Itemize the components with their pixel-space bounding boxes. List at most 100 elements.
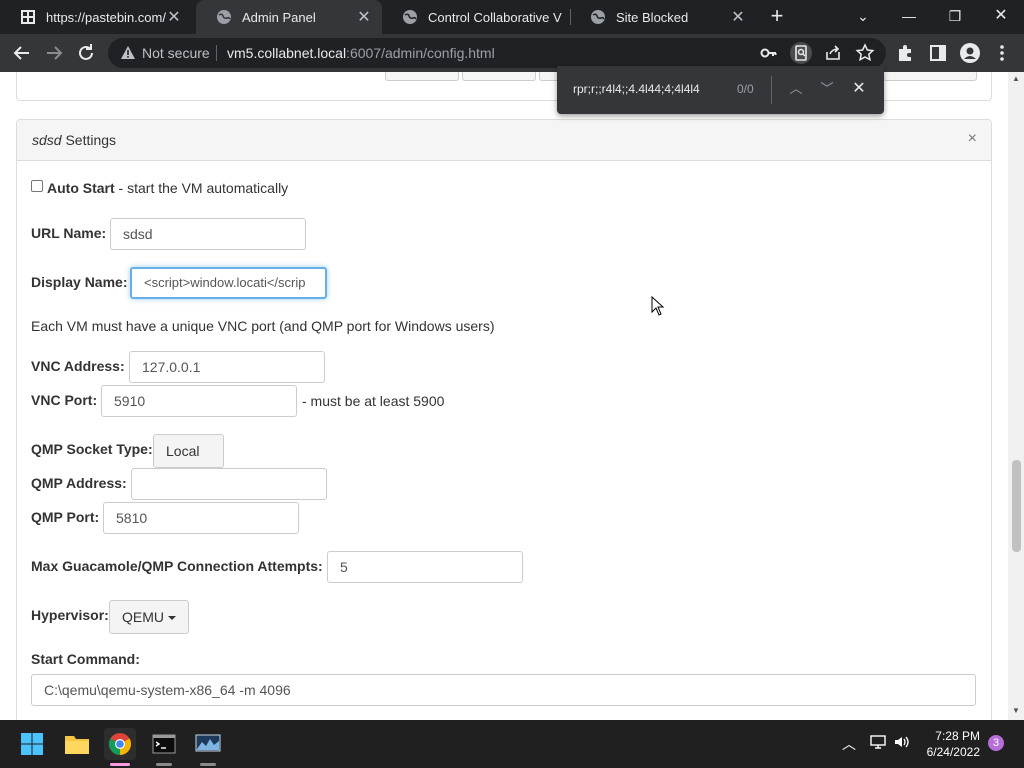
sidebar-icon[interactable] [926, 41, 950, 65]
find-bar: rpr;r;;r4l4;;4.4l44;4;4l4l4 0/0 ︿ ﹀ ✕ [557, 66, 884, 114]
menu-icon[interactable] [990, 41, 1014, 65]
tab-site-blocked[interactable]: Site Blocked ✕ [570, 0, 756, 34]
tab-title: Admin Panel [242, 9, 316, 25]
panel-title: sdsd Settings [32, 132, 116, 148]
reload-icon[interactable] [74, 41, 98, 65]
warning-icon[interactable] [120, 45, 136, 61]
close-tab-icon[interactable]: ✕ [730, 7, 746, 27]
tab-control-collaborative[interactable]: Control Collaborative V [382, 0, 568, 34]
chrome-icon[interactable] [104, 728, 136, 766]
network-icon[interactable] [869, 734, 887, 753]
qmp-socket-type-value: Local [166, 443, 200, 459]
qmp-socket-type-dropdown[interactable]: Local [153, 434, 224, 487]
tab-admin-panel[interactable]: Admin Panel ✕ [196, 0, 382, 34]
find-icon[interactable] [790, 42, 812, 64]
profile-icon[interactable] [958, 41, 982, 65]
find-previous-icon[interactable]: ︿ [787, 80, 805, 98]
vnc-port-note: Each VM must have a unique VNC port (and… [31, 318, 495, 334]
extensions-icon[interactable] [894, 41, 918, 65]
vnc-address-input[interactable]: 127.0.0.1 [129, 351, 325, 383]
panel-header: sdsd Settings × [17, 120, 991, 161]
back-icon[interactable] [10, 41, 34, 65]
panel-footer-button[interactable] [883, 72, 977, 81]
windows-taskbar: ︿ 7:28 PM 6/24/2022 3 [0, 720, 1024, 768]
max-attempts-label: Max Guacamole/QMP Connection Attempts: [31, 558, 323, 574]
hypervisor-label: Hypervisor: [31, 607, 109, 623]
page-content: sdsd Settings × Auto Start - start the V… [0, 72, 1008, 720]
scroll-up-icon[interactable]: ▲ [1011, 74, 1021, 83]
url-text[interactable]: vm5.collabnet.local:6007/admin/config.ht… [227, 45, 495, 61]
find-close-icon[interactable]: ✕ [850, 80, 868, 98]
clock-date: 6/24/2022 [926, 745, 980, 759]
max-attempts-input[interactable]: 5 [327, 551, 523, 583]
notification-badge[interactable]: 3 [988, 735, 1004, 751]
running-app-indicator [200, 763, 216, 766]
auto-start-checkbox[interactable] [31, 180, 43, 192]
forward-icon[interactable] [42, 41, 66, 65]
panel-footer-button[interactable] [385, 72, 459, 81]
tab-search-chevron-icon[interactable]: ⌄ [848, 4, 878, 28]
caret-down-icon [168, 616, 176, 621]
panel-footer-button[interactable] [462, 72, 536, 81]
globe-icon [217, 10, 231, 24]
address-bar[interactable]: Not secure vm5.collabnet.local:6007/admi… [108, 38, 886, 68]
globe-icon [403, 10, 417, 24]
start-command-input[interactable]: C:\qemu\qemu-system-x86_64 -m 4096 [31, 674, 976, 706]
qmp-socket-type-label: QMP Socket Type: [31, 441, 153, 457]
restore-icon[interactable]: ❐ [940, 4, 970, 28]
tab-strip: https://pastebin.com/r ✕ Admin Panel ✕ C… [0, 0, 1024, 34]
auto-start-label: Auto Start [47, 180, 115, 196]
system-clock[interactable]: 7:28 PM 6/24/2022 [920, 728, 980, 760]
url-name-label: URL Name: [31, 225, 107, 241]
scroll-down-icon[interactable]: ▼ [1011, 706, 1021, 715]
key-icon[interactable] [758, 42, 780, 64]
find-input[interactable]: rpr;r;;r4l4;;4.4l44;4;4l4l4 [573, 82, 700, 96]
vnc-port-label: VNC Port: [31, 392, 98, 408]
url-name-input[interactable]: sdsd [110, 218, 306, 250]
find-next-icon[interactable]: ﹀ [818, 80, 836, 98]
hypervisor-dropdown[interactable]: QEMU [109, 600, 189, 634]
auto-start-row: Auto Start - start the VM automatically [47, 180, 288, 196]
terminal-icon[interactable] [148, 728, 180, 766]
scrollbar-thumb[interactable] [1012, 460, 1021, 552]
omnibox-separator [216, 45, 217, 61]
chevron-up-icon[interactable]: ︿ [842, 734, 856, 754]
clock-time: 7:28 PM [935, 729, 980, 743]
vm-name: sdsd [32, 132, 62, 148]
tab-title: Control Collaborative V [428, 9, 562, 25]
folder-icon[interactable] [61, 728, 93, 760]
windows-start-icon[interactable] [16, 728, 48, 760]
volume-icon[interactable] [893, 734, 911, 753]
display-name-label: Display Name: [31, 274, 128, 290]
qmp-address-label: QMP Address: [31, 475, 127, 491]
globe-icon [591, 10, 605, 24]
url-host: vm5.collabnet.local [227, 45, 347, 61]
share-icon[interactable] [822, 42, 844, 64]
close-tab-icon[interactable]: ✕ [356, 7, 372, 27]
monitor-icon[interactable] [192, 728, 224, 766]
vnc-port-input[interactable]: 5910 [101, 385, 297, 417]
vnc-port-hint: - must be at least 5900 [302, 393, 445, 409]
url-path: :6007/admin/config.html [346, 45, 495, 61]
qmp-address-input[interactable] [131, 468, 327, 500]
page-scrollbar[interactable]: ▲ ▼ [1008, 72, 1024, 720]
close-window-icon[interactable]: ✕ [986, 4, 1016, 28]
star-icon[interactable] [854, 42, 876, 64]
close-tab-icon[interactable]: ✕ [166, 7, 182, 27]
display-name-input[interactable]: <script>window.locati</scrip [130, 267, 327, 299]
qmp-port-input[interactable]: 5810 [103, 502, 299, 534]
qmp-port-label: QMP Port: [31, 509, 100, 525]
tab-title: Site Blocked [616, 9, 689, 25]
vnc-address-label: VNC Address: [31, 358, 125, 374]
minimize-icon[interactable]: — [894, 4, 924, 28]
running-app-indicator [156, 763, 172, 766]
panel-close-button[interactable]: × [968, 130, 977, 148]
new-tab-button[interactable]: + [766, 4, 788, 28]
auto-start-description: - start the VM automatically [114, 180, 289, 196]
tab-pastebin[interactable]: https://pastebin.com/r ✕ [0, 0, 192, 34]
start-command-label: Start Command: [31, 651, 140, 667]
tab-title: https://pastebin.com/r [46, 9, 166, 25]
hypervisor-value: QEMU [122, 609, 164, 625]
security-label[interactable]: Not secure [142, 45, 210, 61]
mouse-cursor-icon [651, 296, 665, 316]
